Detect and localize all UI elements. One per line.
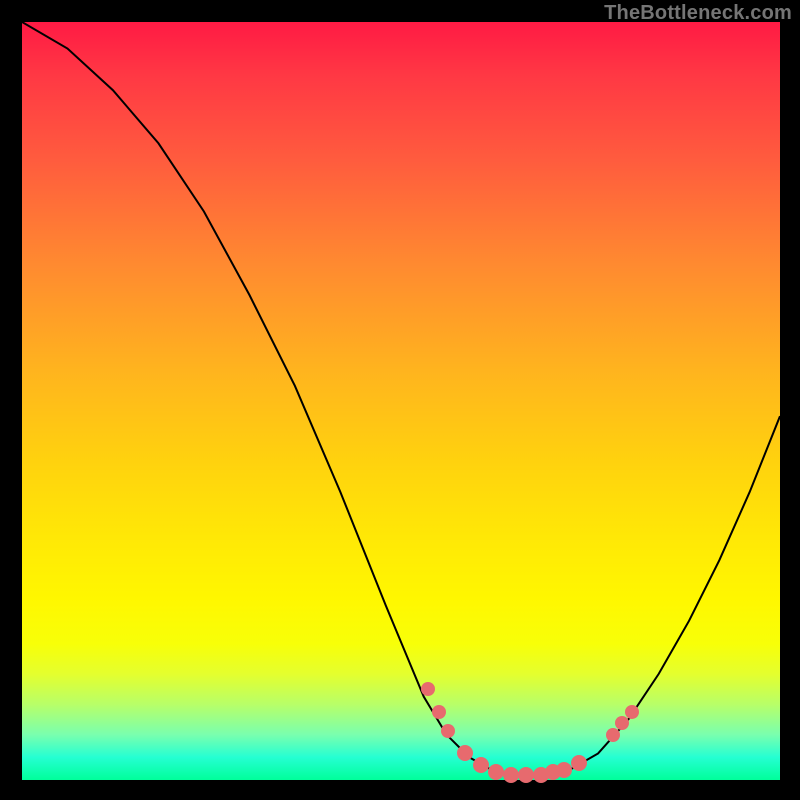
marker-dot <box>488 764 504 780</box>
marker-dot <box>441 724 455 738</box>
marker-dot <box>606 728 620 742</box>
curve-layer <box>22 22 780 780</box>
marker-dot <box>615 716 629 730</box>
marker-dot <box>556 762 572 778</box>
plot-area <box>22 22 780 780</box>
marker-dot <box>473 757 489 773</box>
marker-dot <box>533 767 549 783</box>
marker-dot <box>518 767 534 783</box>
marker-dot <box>503 767 519 783</box>
marker-dot <box>421 682 435 696</box>
marker-dot <box>457 745 473 761</box>
chart-stage: TheBottleneck.com <box>0 0 800 800</box>
marker-dot <box>432 705 446 719</box>
marker-dot <box>571 755 587 771</box>
marker-dot <box>625 705 639 719</box>
curve-path <box>22 22 780 775</box>
marker-dot <box>545 764 561 780</box>
